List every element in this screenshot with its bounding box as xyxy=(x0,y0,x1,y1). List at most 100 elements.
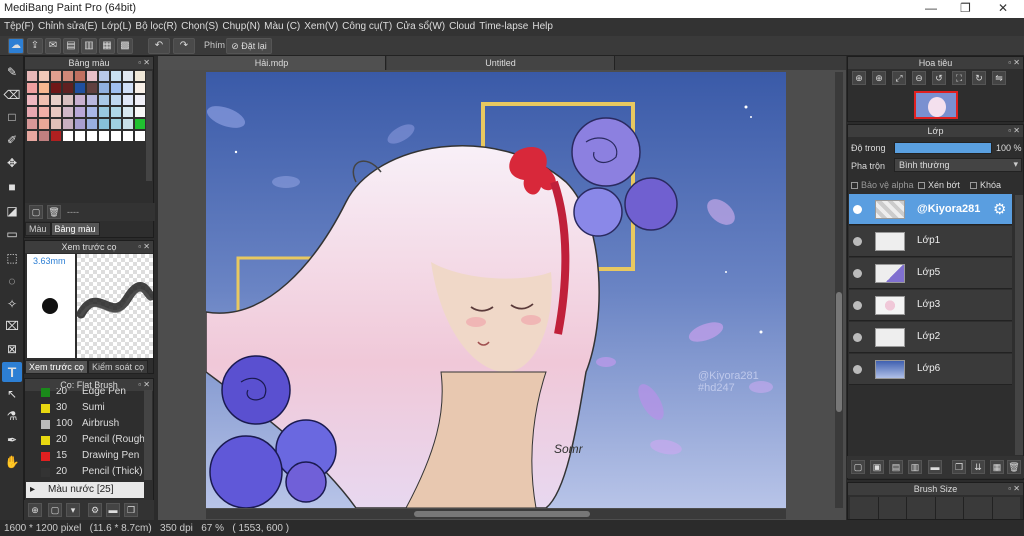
select-eraser-tool-icon[interactable]: ⊠ xyxy=(2,339,22,359)
menu-timelapse[interactable]: Time-lapse xyxy=(479,18,532,36)
panel-icon[interactable]: ▦ xyxy=(99,38,115,54)
menu-color[interactable]: Màu (C) xyxy=(264,18,304,36)
swatch-grid[interactable] xyxy=(27,71,147,181)
artwork-canvas[interactable]: @Kiyora281 #hd247 Somr xyxy=(206,72,786,508)
color-swatch[interactable] xyxy=(99,119,109,129)
close-icon[interactable]: ✕ xyxy=(998,1,1008,15)
color-swatch[interactable] xyxy=(111,83,121,93)
fit-icon[interactable]: ⛶ xyxy=(952,71,966,85)
color-swatch[interactable] xyxy=(75,83,85,93)
layer-row[interactable]: @Kiyora281 ⚙ xyxy=(849,194,1012,225)
layer-folder-icon[interactable]: ▬ xyxy=(928,460,942,474)
layer-settings-gear-icon[interactable]: ⚙ xyxy=(993,200,1006,218)
vertical-scrollbar[interactable] xyxy=(835,72,843,508)
color-swatch[interactable] xyxy=(51,71,61,81)
redo-icon[interactable]: ↷ xyxy=(173,38,195,54)
layer-row[interactable]: Lớp6 xyxy=(849,354,1012,385)
brush-size-preset[interactable] xyxy=(850,497,879,519)
color-swatch[interactable] xyxy=(87,131,97,141)
grid-icon[interactable]: ▩ xyxy=(117,38,133,54)
menu-cloud[interactable]: Cloud xyxy=(449,18,479,36)
color-swatch[interactable] xyxy=(51,107,61,117)
brush-list-scrollbar[interactable] xyxy=(144,390,152,480)
menu-window[interactable]: Cửa sổ(W) xyxy=(396,18,449,36)
maximize-icon[interactable]: ❐ xyxy=(960,1,971,15)
brush-item[interactable]: 100 Airbrush xyxy=(24,416,142,432)
color-swatch[interactable] xyxy=(51,95,61,105)
color-swatch[interactable] xyxy=(99,95,109,105)
color-swatch[interactable] xyxy=(123,107,133,117)
color-swatch[interactable] xyxy=(63,131,73,141)
reset-button[interactable]: ⊘ Đặt lại xyxy=(226,38,272,54)
clipping-checkbox[interactable]: Xén bớt xyxy=(918,180,960,190)
visibility-icon[interactable] xyxy=(853,269,862,278)
operation-tool-icon[interactable]: ↖ xyxy=(2,384,22,404)
color-swatch[interactable] xyxy=(75,107,85,117)
brush-settings-icon[interactable]: ⚙ xyxy=(88,503,102,517)
color-swatch[interactable] xyxy=(123,119,133,129)
color-swatch[interactable] xyxy=(63,83,73,93)
visibility-icon[interactable] xyxy=(853,237,862,246)
color-swatch[interactable] xyxy=(27,131,37,141)
visibility-icon[interactable] xyxy=(853,205,862,214)
new-brush-icon[interactable]: ▢ xyxy=(48,503,62,517)
color-swatch[interactable] xyxy=(123,83,133,93)
layer-property-icon[interactable]: ▦ xyxy=(990,460,1004,474)
color-swatch[interactable] xyxy=(135,95,145,105)
tab-document-untitled[interactable]: Untitled xyxy=(387,56,615,70)
protect-alpha-checkbox[interactable]: Bảo vệ alpha xyxy=(851,180,914,190)
color-swatch[interactable] xyxy=(39,95,49,105)
color-swatch[interactable] xyxy=(27,83,37,93)
dropper-tool-icon[interactable]: ✒ xyxy=(2,430,22,450)
color-swatch[interactable] xyxy=(87,95,97,105)
color-swatch[interactable] xyxy=(135,71,145,81)
opacity-slider[interactable] xyxy=(894,142,992,154)
color-swatch[interactable] xyxy=(75,119,85,129)
vertical-scroll-thumb[interactable] xyxy=(836,292,842,412)
bucket-tool-icon[interactable]: ◪ xyxy=(2,201,22,221)
palette-scrollbar[interactable] xyxy=(146,71,152,181)
color-swatch[interactable] xyxy=(75,95,85,105)
color-swatch[interactable] xyxy=(99,131,109,141)
brush-size-preset[interactable] xyxy=(936,497,964,519)
fit-window-icon[interactable]: ⤢ xyxy=(892,71,906,85)
new-halftone-layer-icon[interactable]: ▣ xyxy=(870,460,884,474)
tab-brush-control[interactable]: Kiểm soát cọ xyxy=(87,360,148,374)
horizontal-scrollbar[interactable] xyxy=(206,509,786,519)
color-swatch[interactable] xyxy=(39,71,49,81)
menu-view[interactable]: Xem(V) xyxy=(304,18,342,36)
menu-capture[interactable]: Chụp(N) xyxy=(222,18,264,36)
rotate-left-icon[interactable]: ↺ xyxy=(932,71,946,85)
color-swatch[interactable] xyxy=(63,71,73,81)
cloud-icon[interactable]: ☁ xyxy=(8,38,24,54)
color-swatch[interactable] xyxy=(87,71,97,81)
page-icon[interactable]: ▥ xyxy=(81,38,97,54)
merge-layer-icon[interactable]: ⇊ xyxy=(971,460,985,474)
brush-size-preset[interactable] xyxy=(993,497,1021,519)
panel-close-icon[interactable]: ▫ ✕ xyxy=(1008,57,1020,69)
color-swatch[interactable] xyxy=(123,71,133,81)
panel-close-icon[interactable]: ▫ ✕ xyxy=(138,241,150,253)
share-icon[interactable]: ⇪ xyxy=(27,38,43,54)
folder-icon[interactable]: ▬ xyxy=(106,503,120,517)
color-swatch[interactable] xyxy=(27,71,37,81)
flip-icon[interactable]: ⇋ xyxy=(992,71,1006,85)
brush-item[interactable]: 30 Sumi xyxy=(24,400,142,416)
add-brush-icon[interactable]: ⊕ xyxy=(28,503,42,517)
comment-icon[interactable]: ✉ xyxy=(45,38,61,54)
new-layer-icon[interactable]: ▢ xyxy=(851,460,865,474)
visibility-icon[interactable] xyxy=(853,301,862,310)
color-swatch[interactable] xyxy=(39,131,49,141)
gradient-tool-icon[interactable]: ▭ xyxy=(2,224,22,244)
message-icon[interactable]: ▤ xyxy=(63,38,79,54)
new-8bit-layer-icon[interactable]: ▤ xyxy=(889,460,903,474)
zoom-in-alt-icon[interactable]: ⊕ xyxy=(872,71,886,85)
zoom-out-icon[interactable]: ⊖ xyxy=(912,71,926,85)
color-swatch[interactable] xyxy=(87,83,97,93)
panel-close-icon[interactable]: ▫ ✕ xyxy=(138,57,150,69)
brush-tool-icon[interactable]: ✎ xyxy=(2,62,22,82)
panel-close-icon[interactable]: ▫ ✕ xyxy=(1008,125,1020,137)
color-swatch[interactable] xyxy=(39,107,49,117)
color-swatch[interactable] xyxy=(27,95,37,105)
lasso-tool-icon[interactable]: ◌ xyxy=(2,271,22,291)
